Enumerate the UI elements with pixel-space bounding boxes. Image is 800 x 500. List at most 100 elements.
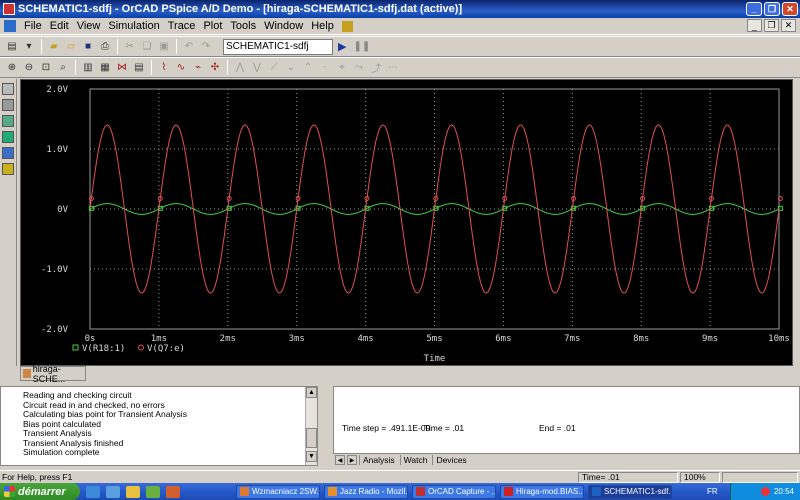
- minimize-button[interactable]: _: [746, 2, 762, 16]
- prev-transition-icon[interactable]: ⤴: [368, 60, 384, 75]
- simulation-profile-select[interactable]: SCHEMATIC1-sdfj: [223, 38, 333, 55]
- doc-tab-hiraga[interactable]: hiraga-SCHE...: [20, 363, 86, 384]
- scroll-thumb[interactable]: [306, 428, 317, 448]
- undo-icon[interactable]: ↶: [181, 39, 197, 54]
- toggle-cursor-icon[interactable]: ⌁: [190, 60, 206, 75]
- menu-plot[interactable]: Plot: [199, 20, 226, 32]
- zoom-fit-icon[interactable]: ⌕: [55, 60, 71, 75]
- print-icon[interactable]: ⎙: [97, 39, 113, 54]
- menu-simulation[interactable]: Simulation: [104, 20, 163, 32]
- taskbar-task[interactable]: OrCAD Capture - ...: [412, 484, 496, 499]
- quicklaunch-folder-icon[interactable]: [126, 485, 140, 498]
- waveform-plot[interactable]: 2.0V 1.0V 0V -1.0V -2.0V 0s 1ms 2ms 3ms 4ms 5ms 6ms…: [20, 79, 793, 366]
- document-icon[interactable]: [4, 20, 16, 32]
- cursor-slope-icon[interactable]: ⟋: [266, 60, 282, 75]
- tab-scroll-left-icon[interactable]: ◀: [335, 455, 345, 465]
- quicklaunch-ie-icon[interactable]: [86, 485, 100, 498]
- quicklaunch-desktop-icon[interactable]: [106, 485, 120, 498]
- menu-help[interactable]: Help: [307, 20, 338, 32]
- zoom-out-icon[interactable]: ⊖: [21, 60, 37, 75]
- title-bar[interactable]: SCHEMATIC1-sdfj - OrCAD PSpice A/D Demo …: [0, 0, 800, 18]
- menu-edit[interactable]: Edit: [46, 20, 73, 32]
- save-icon[interactable]: ■: [80, 39, 96, 54]
- help-context-icon[interactable]: [341, 20, 353, 32]
- tab-devices[interactable]: Devices: [432, 455, 469, 465]
- x-tick-label: 8ms: [633, 334, 649, 344]
- performance-icon[interactable]: ▤: [131, 60, 147, 75]
- output-log-scrollbar[interactable]: ▲ ▼: [305, 387, 317, 465]
- cursor-min-icon[interactable]: ⌄: [283, 60, 299, 75]
- zoom-area-icon[interactable]: ⊡: [38, 60, 54, 75]
- quicklaunch-media-icon[interactable]: [146, 485, 160, 498]
- menu-file[interactable]: File: [20, 20, 46, 32]
- status-help-text: For Help, press F1: [2, 472, 73, 482]
- redo-icon[interactable]: ↷: [198, 39, 214, 54]
- doc-tab-label: hiraga-SCHE...: [32, 363, 66, 384]
- tab-analysis[interactable]: Analysis: [359, 455, 398, 465]
- doc-restore-button[interactable]: ❐: [764, 19, 779, 32]
- pause-simulation-icon[interactable]: ❚❚: [353, 41, 370, 52]
- cursor-peak-icon[interactable]: ⋀: [232, 60, 248, 75]
- y-tick-label: -1.0V: [41, 265, 69, 275]
- taskbar-task[interactable]: SCHEMATIC1-sdf...: [588, 484, 672, 499]
- tab-scroll-right-icon[interactable]: ▶: [347, 455, 357, 465]
- fft-icon[interactable]: ⋈: [114, 60, 130, 75]
- cut-icon[interactable]: ✂: [122, 39, 138, 54]
- add-trace-icon[interactable]: ⌇: [156, 60, 172, 75]
- pane-splitter[interactable]: [318, 386, 333, 466]
- scroll-down-icon[interactable]: ▼: [306, 451, 317, 462]
- y-tick-label: -2.0V: [41, 325, 69, 335]
- run-simulation-icon[interactable]: ▶: [338, 40, 346, 53]
- taskbar-task[interactable]: Jazz Radio - Mozil...: [324, 484, 408, 499]
- task-label: OrCAD Capture - ...: [428, 487, 496, 496]
- probe-icon[interactable]: [2, 99, 14, 111]
- menu-trace[interactable]: Trace: [164, 20, 200, 32]
- marker-icon[interactable]: [2, 83, 14, 95]
- windows-taskbar: démarrer Wzmacniacz 2SW... Jazz Radio - M…: [0, 483, 800, 500]
- netlist-icon[interactable]: [2, 131, 14, 143]
- windows-flag-icon: [4, 486, 15, 497]
- tab-watch[interactable]: Watch: [399, 455, 431, 465]
- waveform-chart[interactable]: 2.0V 1.0V 0V -1.0V -2.0V 0s 1ms 2ms 3ms 4ms 5ms 6ms…: [21, 80, 794, 367]
- open-file-icon[interactable]: ▱: [63, 39, 79, 54]
- cursor-trough-icon[interactable]: ⋁: [249, 60, 265, 75]
- cursor-point-icon[interactable]: ⋅: [317, 60, 333, 75]
- paste-icon[interactable]: ▣: [156, 39, 172, 54]
- add-plot-icon[interactable]: ▦: [97, 60, 113, 75]
- mark-label-icon[interactable]: ✣: [207, 60, 223, 75]
- x-tick-label: 4ms: [357, 334, 373, 344]
- doc-minimize-button[interactable]: _: [747, 19, 762, 32]
- taskbar-task[interactable]: Hiraga-mod.BIAS...: [500, 484, 584, 499]
- cursor-search-icon[interactable]: ⌖: [334, 60, 350, 75]
- quicklaunch-firefox-icon[interactable]: [166, 485, 180, 498]
- cursor-max-icon[interactable]: ⌃: [300, 60, 316, 75]
- sim-settings-icon[interactable]: [2, 163, 14, 175]
- eval-measurement-icon[interactable]: ∿: [173, 60, 189, 75]
- pspice-app-icon[interactable]: [3, 3, 15, 15]
- dropdown-arrow-icon[interactable]: ▾: [21, 39, 37, 54]
- close-button[interactable]: ✕: [782, 2, 798, 16]
- menu-view[interactable]: View: [73, 20, 105, 32]
- menu-window[interactable]: Window: [260, 20, 307, 32]
- mark-data-icon[interactable]: ⋯: [385, 60, 401, 75]
- antivirus-icon[interactable]: [760, 487, 770, 496]
- start-button[interactable]: démarrer: [0, 483, 80, 500]
- language-indicator[interactable]: FR: [707, 487, 718, 496]
- doc-close-button[interactable]: ✕: [781, 19, 796, 32]
- output-log-pane[interactable]: Reading and checking circuit Circuit read…: [0, 386, 318, 466]
- taskbar-task[interactable]: Wzmacniacz 2SW...: [236, 484, 320, 499]
- schematic-link-icon[interactable]: [2, 115, 14, 127]
- copy-icon[interactable]: ❏: [139, 39, 155, 54]
- legend-marker: [72, 344, 79, 351]
- output-file-icon[interactable]: [2, 147, 14, 159]
- axis-settings-icon[interactable]: ▥: [80, 60, 96, 75]
- menu-tools[interactable]: Tools: [226, 20, 260, 32]
- task-app-icon: [328, 487, 337, 496]
- zoom-in-icon[interactable]: ⊕: [4, 60, 20, 75]
- new-file-icon[interactable]: ▤: [4, 39, 20, 54]
- plot-scrollbar[interactable]: [793, 79, 800, 366]
- open-folder-icon[interactable]: ▰: [46, 39, 62, 54]
- scroll-up-icon[interactable]: ▲: [306, 387, 317, 398]
- maximize-button[interactable]: ❐: [764, 2, 780, 16]
- next-transition-icon[interactable]: ⤳: [351, 60, 367, 75]
